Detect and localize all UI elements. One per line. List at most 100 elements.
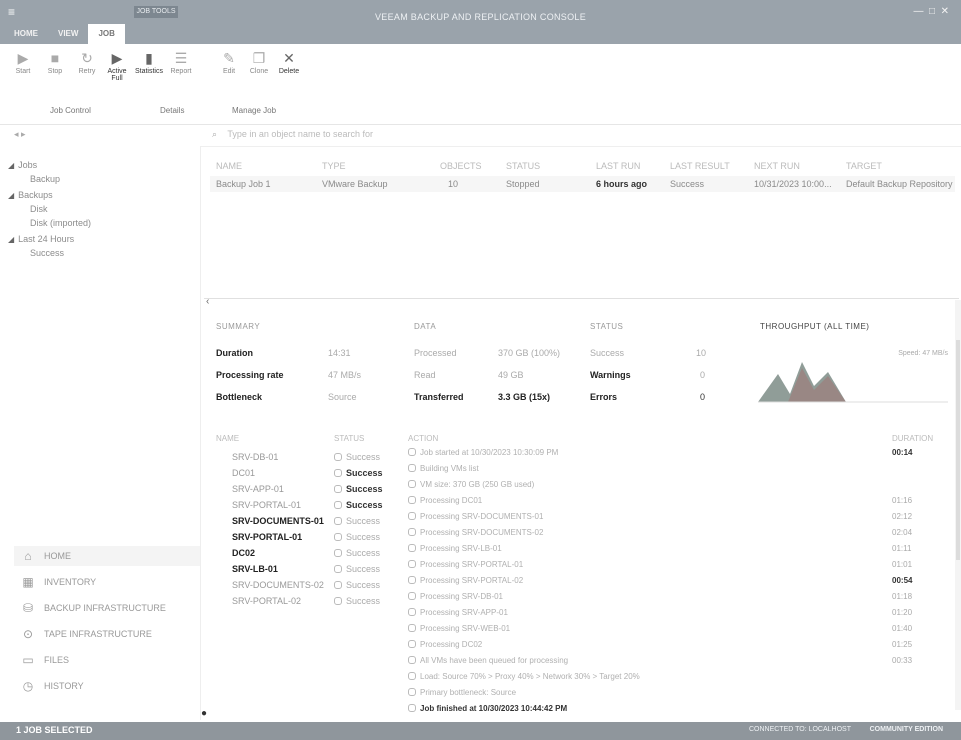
list-item-status: Success xyxy=(334,564,380,574)
list-item[interactable]: SRV-DOCUMENTS-01 xyxy=(232,516,324,526)
ribbon-tabs: HOME VIEW JOB xyxy=(4,24,125,44)
tree-item-disk[interactable]: Disk xyxy=(30,204,48,214)
edit-button[interactable]: ✎ Edit xyxy=(214,50,244,75)
success-icon xyxy=(408,592,416,600)
success-icon xyxy=(334,517,342,525)
col-last-run[interactable]: LAST RUN xyxy=(596,158,666,174)
col-name[interactable]: NAME xyxy=(216,158,316,174)
log-action: Building VMs list xyxy=(408,464,479,473)
nav-backup-infrastructure[interactable]: ⛁ BACKUP INFRASTRUCTURE xyxy=(20,598,166,618)
col-status[interactable]: STATUS xyxy=(506,158,586,174)
backup-infrastructure-icon: ⛁ xyxy=(22,601,34,615)
active-full-button[interactable]: ▶ Active Full xyxy=(102,50,132,82)
data-processed-label: Processed xyxy=(414,348,457,358)
list-item[interactable]: SRV-DOCUMENTS-02 xyxy=(232,580,324,590)
list-item[interactable]: SRV-PORTAL-02 xyxy=(232,596,301,606)
nav-home[interactable]: ⌂ HOME xyxy=(14,546,200,566)
success-icon xyxy=(334,533,342,541)
group-job-control: Job Control xyxy=(50,106,91,115)
tab-view[interactable]: VIEW xyxy=(48,24,88,44)
success-icon xyxy=(334,453,342,461)
cell-type: VMware Backup xyxy=(322,179,388,189)
retry-button[interactable]: ↻ Retry xyxy=(72,50,102,75)
col-type[interactable]: TYPE xyxy=(322,158,432,174)
log-action: Job finished at 10/30/2023 10:44:42 PM xyxy=(408,704,567,713)
statistics-button[interactable]: ▮ Statistics xyxy=(134,50,164,75)
tree-item-label: Success xyxy=(30,248,65,258)
col-objects[interactable]: OBJECTS xyxy=(440,158,500,174)
expand-icon[interactable]: ◢ xyxy=(8,235,14,244)
back-icon[interactable]: ◂ ▸ xyxy=(14,129,26,140)
start-button[interactable]: ▶ Start xyxy=(8,50,38,75)
delete-button[interactable]: ✕ Delete xyxy=(274,50,304,75)
search-input[interactable]: ⌕ Type in an object name to search for xyxy=(212,126,502,142)
expand-icon[interactable]: ◢ xyxy=(8,161,14,170)
tree-item-backups[interactable]: ◢ Backups xyxy=(8,190,53,200)
tab-job[interactable]: JOB xyxy=(88,24,125,44)
summary-label: Processing rate xyxy=(216,370,284,380)
nav-inventory[interactable]: ▦ INVENTORY xyxy=(20,572,96,592)
tree-item-disk-imported[interactable]: Disk (imported) xyxy=(30,218,91,228)
window-controls[interactable]: — □ ✕ xyxy=(913,6,949,17)
summary-processing-rate: Processing rate xyxy=(216,370,284,380)
scroll-left-icon[interactable]: ‹ xyxy=(206,296,209,307)
list-item[interactable]: SRV-DB-01 xyxy=(232,452,278,462)
tree-item-backup[interactable]: Backup xyxy=(30,174,60,184)
list-item[interactable]: SRV-PORTAL-01 xyxy=(232,532,302,542)
tab-home[interactable]: HOME xyxy=(4,24,48,44)
log-col-status[interactable]: STATUS xyxy=(334,434,364,443)
close-icon[interactable]: ✕ xyxy=(941,6,949,17)
action-text: Load: Source 70% > Proxy 40% > Network 3… xyxy=(420,672,640,681)
list-item[interactable]: DC01 xyxy=(232,468,255,478)
summary-header: SUMMARY xyxy=(216,322,261,331)
vertical-scrollbar[interactable] xyxy=(955,300,961,710)
log-col-name[interactable]: NAME xyxy=(216,434,239,443)
col-last-result[interactable]: LAST RESULT xyxy=(670,158,750,174)
action-text: Processing SRV-LB-01 xyxy=(420,544,502,553)
scrollbar-thumb[interactable] xyxy=(956,340,960,560)
list-item[interactable]: DC02 xyxy=(232,548,255,558)
col-target[interactable]: TARGET xyxy=(846,158,954,174)
nav-files[interactable]: ▭ FILES xyxy=(20,650,69,670)
report-button[interactable]: ☰ Report xyxy=(166,50,196,75)
tree-item-success[interactable]: Success xyxy=(30,248,64,258)
edition-status: COMMUNITY EDITION xyxy=(869,726,943,733)
resize-handle-icon[interactable]: ● xyxy=(201,708,207,719)
list-item-status: Success xyxy=(334,532,380,542)
nav-history[interactable]: ◷ HISTORY xyxy=(20,676,84,696)
minimize-icon[interactable]: — xyxy=(913,6,923,17)
list-item[interactable]: SRV-PORTAL-01 xyxy=(232,500,301,510)
nav-label: HOME xyxy=(44,551,71,561)
maximize-icon[interactable]: □ xyxy=(929,6,935,17)
log-col-action[interactable]: ACTION xyxy=(408,434,438,443)
clone-button[interactable]: ❐ Clone xyxy=(244,50,274,75)
status-text: Success xyxy=(346,564,381,574)
list-item[interactable]: SRV-APP-01 xyxy=(232,484,284,494)
list-item-status: Success xyxy=(334,580,380,590)
log-col-duration[interactable]: DURATION xyxy=(892,434,933,443)
action-text: Processing SRV-WEB-01 xyxy=(420,624,511,633)
cell-next-run: 10/31/2023 10:00... xyxy=(754,179,832,189)
success-icon xyxy=(408,496,416,504)
summary-processing-rate-value: 47 MB/s xyxy=(328,370,362,380)
list-item[interactable]: SRV-LB-01 xyxy=(232,564,278,574)
tree-item-last-24-hours[interactable]: ◢ Last 24 Hours xyxy=(8,234,74,244)
table-row[interactable]: Backup Job 1 VMware Backup 10 Stopped 6 … xyxy=(210,176,955,192)
log-action: Processing SRV-PORTAL-01 xyxy=(408,560,523,569)
tree-item-jobs[interactable]: ◢ Jobs xyxy=(8,160,37,170)
edit-icon: ✎ xyxy=(223,50,235,66)
horizontal-scrollbar[interactable]: ‹ xyxy=(204,296,959,309)
col-next-run[interactable]: NEXT RUN xyxy=(754,158,840,174)
list-item-status: Success xyxy=(334,596,380,606)
success-icon xyxy=(334,549,342,557)
title-bar: ≡ VEEAM BACKUP AND REPLICATION CONSOLE J… xyxy=(0,0,961,44)
clone-label: Clone xyxy=(249,68,269,75)
nav-tape-infrastructure[interactable]: ⊙ TAPE INFRASTRUCTURE xyxy=(20,624,152,644)
summary-bottleneck-value: Source xyxy=(328,392,357,402)
log-action: Processing DC02 xyxy=(408,640,482,649)
status-warnings-value: 0 xyxy=(700,370,706,380)
success-icon xyxy=(408,528,416,536)
expand-icon[interactable]: ◢ xyxy=(8,191,14,200)
stop-button[interactable]: ■ Stop xyxy=(40,50,70,75)
action-text: Primary bottleneck: Source xyxy=(420,688,517,697)
